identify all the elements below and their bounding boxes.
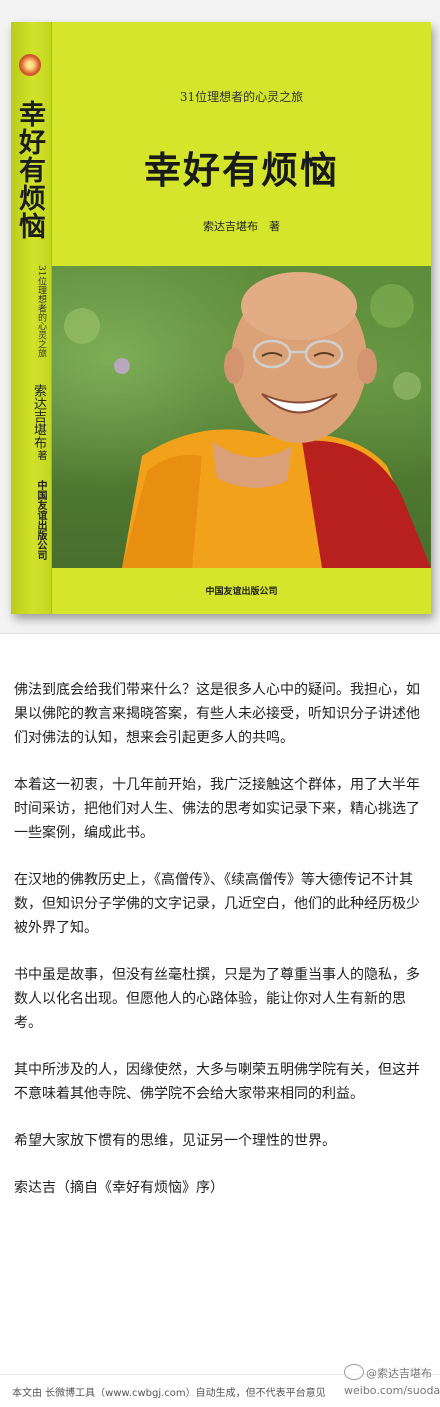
- spine-title: 幸好有烦恼: [14, 100, 45, 240]
- paragraph: 其中所涉及的人，因缘使然，大多与喇荣五明佛学院有关，但这并不意味着其他寺院、佛学…: [14, 1062, 420, 1102]
- book-spine: 幸好有烦恼 31位理想者的心灵之旅 索达吉堪布 著 中国友谊出版公司: [11, 22, 52, 614]
- paragraph: 在汉地的佛教历史上，《高僧传》、《续高僧传》等大德传记不计其数，但知识分子学佛的…: [14, 872, 420, 936]
- paragraph: 希望大家放下惯有的思维，见证另一个理性的世界。: [14, 1133, 336, 1149]
- cover-subtitle: 31位理想者的心灵之旅: [179, 90, 304, 104]
- portrait-illustration: [64, 272, 431, 568]
- cover-title: 幸好有烦恼: [144, 148, 339, 192]
- cover-portrait-photo: [52, 266, 431, 568]
- signature-line: 索达吉（摘自《幸好有烦恼》序）: [14, 1180, 224, 1196]
- paragraph: 佛法到底会给我们带来什么？这是很多人心中的疑问。我担心，如果以佛陀的教言来揭晓答…: [14, 682, 420, 746]
- paragraph: 书中虽是故事，但没有丝毫杜撰，只是为了尊重当事人的隐私，多数人以化名出现。但愿他…: [14, 967, 420, 1031]
- publisher-seal-icon: [19, 54, 41, 76]
- cover-author: 索达吉堪布 著: [203, 220, 280, 233]
- weibo-eye-icon: [344, 1364, 364, 1380]
- book-cover-area: 幸好有烦恼 31位理想者的心灵之旅 索达吉堪布 著 中国友谊出版公司 31位理想…: [0, 0, 440, 634]
- generator-note: 本文由 长微博工具（www.cwbgj.com）自动生成，但不代表平台意见: [12, 1388, 326, 1399]
- spine-author: 索达吉堪布: [31, 384, 46, 449]
- book-cover: 幸好有烦恼 31位理想者的心灵之旅 索达吉堪布 著 中国友谊出版公司 31位理想…: [11, 22, 431, 614]
- spine-subtitle: 31位理想者的心灵之旅: [36, 265, 46, 358]
- spine-author-mark: 著: [35, 450, 46, 460]
- book-front: 31位理想者的心灵之旅 幸好有烦恼 索达吉堪布 著 中国友谊出版公司: [52, 22, 431, 614]
- cover-publisher: 中国友谊出版公司: [205, 587, 278, 597]
- article-body: 佛法到底会给我们带来什么？这是很多人心中的疑问。我担心，如果以佛陀的教言来揭晓答…: [14, 678, 428, 1223]
- watermark-handle: @索达吉堪布: [366, 1367, 432, 1380]
- paragraph: 本着这一初衷，十几年前开始，我广泛接触这个群体，用了大半年时间采访，把他们对人生…: [14, 777, 420, 841]
- spine-publisher: 中国友谊出版公司: [35, 480, 46, 560]
- watermark-url: weibo.com/suodaji: [344, 1384, 440, 1397]
